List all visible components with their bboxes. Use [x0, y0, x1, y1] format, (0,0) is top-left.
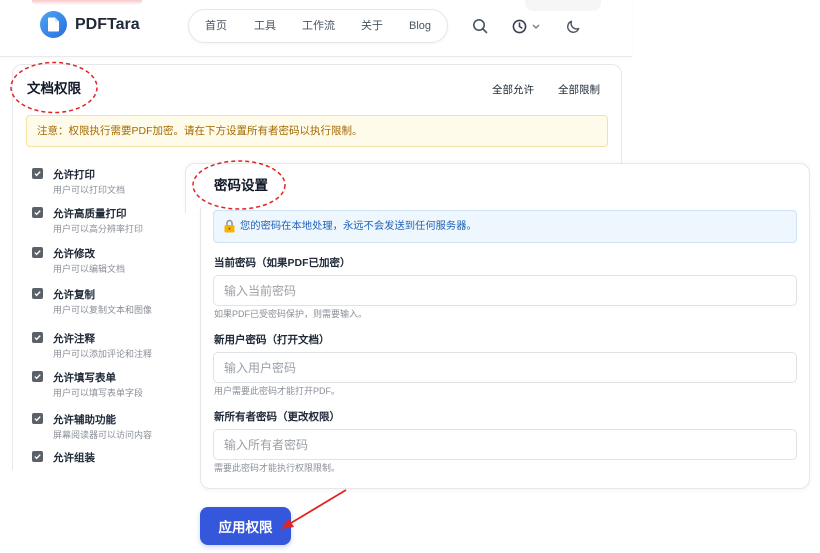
- owner-password-input[interactable]: [213, 429, 797, 460]
- permission-label[interactable]: 允许打印: [53, 168, 95, 182]
- owner-password-label: 新所有者密码（更改权限）: [214, 411, 340, 423]
- permission-label[interactable]: 允许辅助功能: [53, 413, 116, 427]
- user-password-hint: 用户需要此密码才能打开PDF。: [214, 386, 341, 396]
- privacy-info-box: 您的密码在本地处理，永远不会发送到任何服务器。: [213, 210, 797, 243]
- clock-icon: [512, 19, 527, 34]
- permission-checkbox[interactable]: [32, 332, 43, 343]
- check-icon: [34, 250, 41, 256]
- permission-checkbox[interactable]: [32, 371, 43, 382]
- permission-description: 用户可以打印文档: [53, 185, 126, 195]
- check-icon: [34, 454, 41, 460]
- permission-label[interactable]: 允许注释: [53, 332, 95, 346]
- user-password-input[interactable]: [213, 352, 797, 383]
- permission-checkbox[interactable]: [32, 288, 43, 299]
- nav-home[interactable]: 首页: [205, 10, 227, 42]
- current-password-hint: 如果PDF已受密码保护，则需要输入。: [214, 309, 368, 319]
- check-icon: [34, 374, 41, 380]
- password-section-title: 密码设置: [214, 178, 268, 193]
- nav-workflow[interactable]: 工作流: [302, 10, 335, 42]
- search-button[interactable]: [470, 16, 490, 36]
- annotation-arrow-line: [290, 489, 347, 524]
- logo[interactable]: [40, 11, 67, 38]
- top-shape-remnant: [525, 0, 601, 11]
- document-icon: [47, 17, 60, 32]
- apply-permissions-button[interactable]: 应用权限: [200, 507, 291, 545]
- history-menu-button[interactable]: [510, 16, 542, 36]
- check-icon: [34, 210, 41, 216]
- permission-checkbox[interactable]: [32, 168, 43, 179]
- permission-label[interactable]: 允许组装: [53, 451, 95, 465]
- permission-checkbox[interactable]: [32, 451, 43, 462]
- permission-label[interactable]: 允许高质量打印: [53, 207, 127, 221]
- permission-label[interactable]: 允许复制: [53, 288, 95, 302]
- chevron-down-icon: [532, 24, 540, 29]
- permission-checkbox[interactable]: [32, 413, 43, 424]
- nav-blog[interactable]: Blog: [409, 10, 431, 42]
- nav-about[interactable]: 关于: [361, 10, 383, 42]
- permission-description: 用户可以编辑文档: [53, 264, 126, 274]
- permission-description: 用户可以高分辨率打印: [53, 224, 144, 234]
- theme-toggle-button[interactable]: [563, 16, 583, 36]
- user-password-label: 新用户密码（打开文档）: [214, 334, 330, 346]
- search-icon: [472, 18, 488, 34]
- permission-label[interactable]: 允许填写表单: [53, 371, 116, 385]
- permission-description: 用户可以填写表单字段: [53, 388, 144, 398]
- current-password-input[interactable]: [213, 275, 797, 306]
- encryption-notice: 注意：权限执行需要PDF加密。请在下方设置所有者密码以执行限制。: [26, 115, 608, 147]
- check-icon: [34, 171, 41, 177]
- nav-tools[interactable]: 工具: [254, 10, 276, 42]
- permission-description: 用户可以添加评论和注释: [53, 349, 153, 359]
- top-banner-remnant: [32, 0, 142, 5]
- password-card: [185, 163, 810, 213]
- permissions-title: 文档权限: [27, 81, 81, 96]
- permission-description: 用户可以复制文本和图像: [53, 305, 153, 315]
- lock-icon: [224, 219, 235, 233]
- permission-checkbox[interactable]: [32, 247, 43, 258]
- check-icon: [34, 416, 41, 422]
- permission-checkbox[interactable]: [32, 207, 43, 218]
- check-icon: [34, 291, 41, 297]
- main-nav: 首页 工具 工作流 关于 Blog: [188, 9, 448, 43]
- owner-password-hint: 需要此密码才能执行权限限制。: [214, 463, 341, 473]
- permission-label[interactable]: 允许修改: [53, 247, 95, 261]
- privacy-info-text: 您的密码在本地处理，永远不会发送到任何服务器。: [240, 221, 477, 232]
- restrict-all-button[interactable]: 全部限制: [558, 83, 600, 97]
- current-password-label: 当前密码（如果PDF已加密）: [214, 257, 351, 269]
- permission-description: 屏幕阅读器可以访问内容: [53, 430, 153, 440]
- allow-all-button[interactable]: 全部允许: [492, 83, 534, 97]
- brand-name[interactable]: PDFTara: [75, 15, 140, 35]
- moon-icon: [566, 19, 581, 34]
- check-icon: [34, 335, 41, 341]
